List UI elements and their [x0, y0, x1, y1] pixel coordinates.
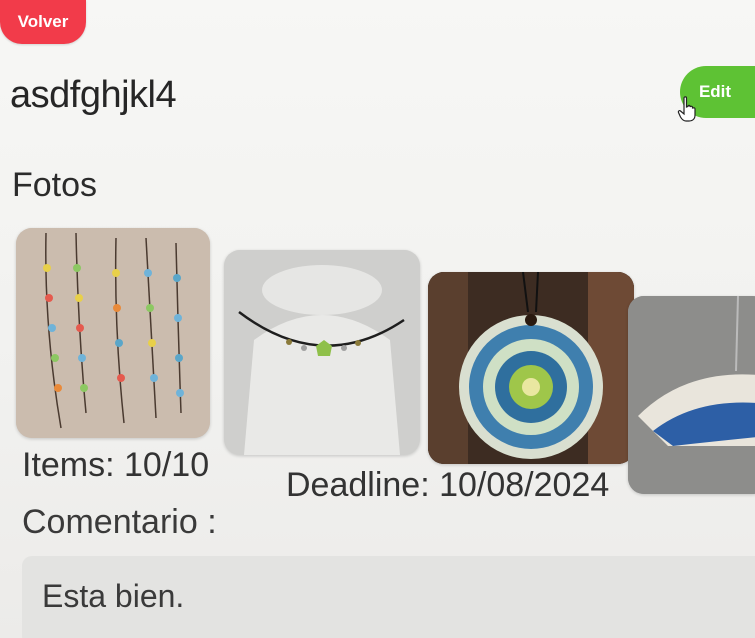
order-detail-screen: Volver asdfghjkl4 Edit Fotos Items: 10/1…	[0, 0, 755, 638]
choker-on-bust-photo	[224, 250, 420, 455]
photo-thumbnail-2[interactable]	[224, 250, 420, 455]
comment-value: Esta bien.	[42, 578, 185, 614]
ceramic-fan-pendant-photo	[628, 296, 755, 494]
comment-field[interactable]: Esta bien.	[22, 556, 755, 638]
hand-pointer-icon	[677, 96, 696, 122]
deadline-date: Deadline: 10/08/2024	[286, 466, 610, 504]
beaded-necklaces-photo	[16, 228, 210, 438]
items-count: Items: 10/10	[22, 446, 210, 484]
photo-thumbnail-1[interactable]	[16, 228, 210, 438]
back-button[interactable]: Volver	[0, 0, 86, 44]
photos-heading: Fotos	[12, 166, 98, 204]
comment-label: Comentario :	[22, 503, 217, 541]
mandala-pendant-photo	[428, 272, 634, 464]
photo-thumbnail-3[interactable]	[428, 272, 634, 464]
photo-thumbnail-4[interactable]	[628, 296, 755, 494]
page-title: asdfghjkl4	[10, 74, 177, 116]
